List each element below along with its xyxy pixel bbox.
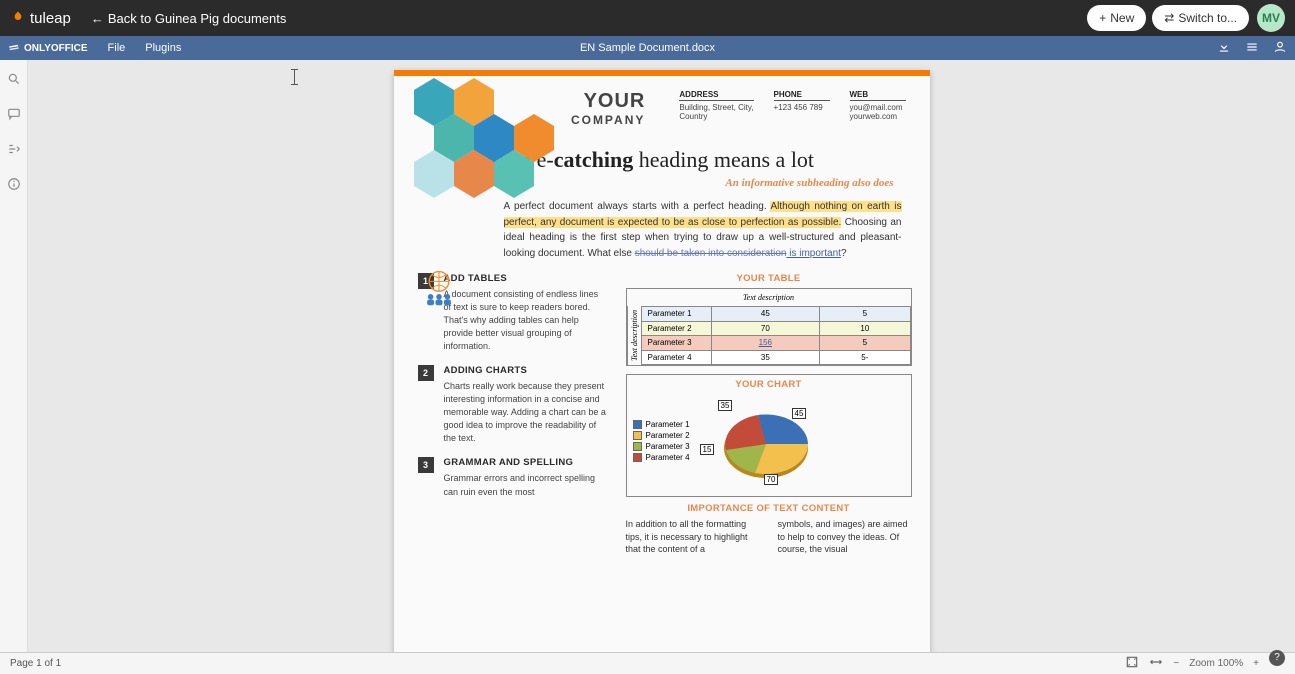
editor-menubar: ONLYOFFICE File Plugins EN Sample Docume… xyxy=(0,36,1295,60)
section-adding-charts: 2 ADDING CHARTS Charts really work becau… xyxy=(418,365,608,445)
switch-button[interactable]: ⇄ Switch to... xyxy=(1152,5,1249,31)
importance-title: IMPORTANCE OF TEXT CONTENT xyxy=(626,503,912,514)
info-icon[interactable] xyxy=(7,177,21,196)
document-stage[interactable]: YOUR COMPANY ADDRESS Building, Street, C… xyxy=(28,60,1295,652)
document-name: EN Sample Document.docx xyxy=(580,42,715,54)
table-row: Parameter 1455 xyxy=(641,307,910,322)
side-toolbar xyxy=(0,60,28,652)
section-grammar-spelling: 3 GRAMMAR AND SPELLING Grammar errors an… xyxy=(418,457,608,498)
chart-title: YOUR CHART xyxy=(633,379,905,390)
pie-chart: 45 70 15 35 xyxy=(698,394,828,490)
help-icon[interactable]: ? xyxy=(1269,650,1285,666)
download-icon[interactable] xyxy=(1217,40,1231,57)
table-row: Parameter 27010 xyxy=(641,321,910,336)
page-indicator: Page 1 of 1 xyxy=(10,658,61,669)
contact-web: WEB you@mail.com yourweb.com xyxy=(850,90,906,121)
search-icon[interactable] xyxy=(7,72,21,91)
contact-address: ADDRESS Building, Street, City, Country xyxy=(679,90,753,121)
menu-plugins[interactable]: Plugins xyxy=(145,42,181,54)
app-logo: tuleap xyxy=(10,10,71,27)
sample-table: Text description Text description Parame… xyxy=(626,288,912,366)
page-header: YOUR COMPANY ADDRESS Building, Street, C… xyxy=(394,76,930,137)
shuffle-icon: ⇄ xyxy=(1164,11,1174,25)
new-button[interactable]: + New xyxy=(1087,5,1146,31)
inserted-text: is important xyxy=(786,248,840,259)
plus-icon: + xyxy=(1099,11,1106,25)
avatar[interactable]: MV xyxy=(1257,4,1285,32)
navigation-icon[interactable] xyxy=(7,142,21,161)
contact-columns: ADDRESS Building, Street, City, Country … xyxy=(679,90,905,121)
arrow-left-icon: ← xyxy=(91,11,104,26)
importance-columns: In addition to all the formatting tips, … xyxy=(626,518,912,556)
app-name: tuleap xyxy=(30,10,71,27)
tuleap-topbar: tuleap ← Back to Guinea Pig documents + … xyxy=(0,0,1295,36)
zoom-label[interactable]: Zoom 100% xyxy=(1189,658,1243,669)
table-title: YOUR TABLE xyxy=(626,273,912,284)
right-column: YOUR TABLE Text description Text descrip… xyxy=(626,273,912,556)
fit-page-icon[interactable] xyxy=(1125,655,1139,672)
menu-file[interactable]: File xyxy=(108,42,126,54)
back-label: Back to Guinea Pig documents xyxy=(108,11,287,26)
back-link[interactable]: ← Back to Guinea Pig documents xyxy=(91,11,287,26)
strikethrough-text: should be taken into consideration xyxy=(635,248,787,259)
zoom-out-icon[interactable]: − xyxy=(1173,658,1179,669)
comments-icon[interactable] xyxy=(7,107,21,126)
globe-people-icon xyxy=(418,266,460,313)
user-icon[interactable] xyxy=(1273,40,1287,57)
table-row: Parameter 31565 xyxy=(641,336,910,351)
hex-graphic xyxy=(394,72,614,212)
onlyoffice-brand: ONLYOFFICE xyxy=(8,42,88,54)
status-bar: Page 1 of 1 − Zoom 100% + ? xyxy=(0,652,1295,674)
menu-icon[interactable] xyxy=(1245,40,1259,57)
zoom-in-icon[interactable]: + xyxy=(1253,658,1259,669)
chart-box: YOUR CHART Parameter 1 Parameter 2 Param… xyxy=(626,374,912,497)
text-cursor-icon xyxy=(294,70,295,84)
document-page[interactable]: YOUR COMPANY ADDRESS Building, Street, C… xyxy=(394,70,930,652)
contact-phone: PHONE +123 456 789 xyxy=(774,90,830,121)
fit-width-icon[interactable] xyxy=(1149,655,1163,672)
chart-legend: Parameter 1 Parameter 2 Parameter 3 Para… xyxy=(633,420,690,464)
table-row: Parameter 4355- xyxy=(641,350,910,365)
body-columns: 1 ADD TABLES A document consisting of en… xyxy=(394,267,930,556)
left-column: 1 ADD TABLES A document consisting of en… xyxy=(418,273,608,556)
